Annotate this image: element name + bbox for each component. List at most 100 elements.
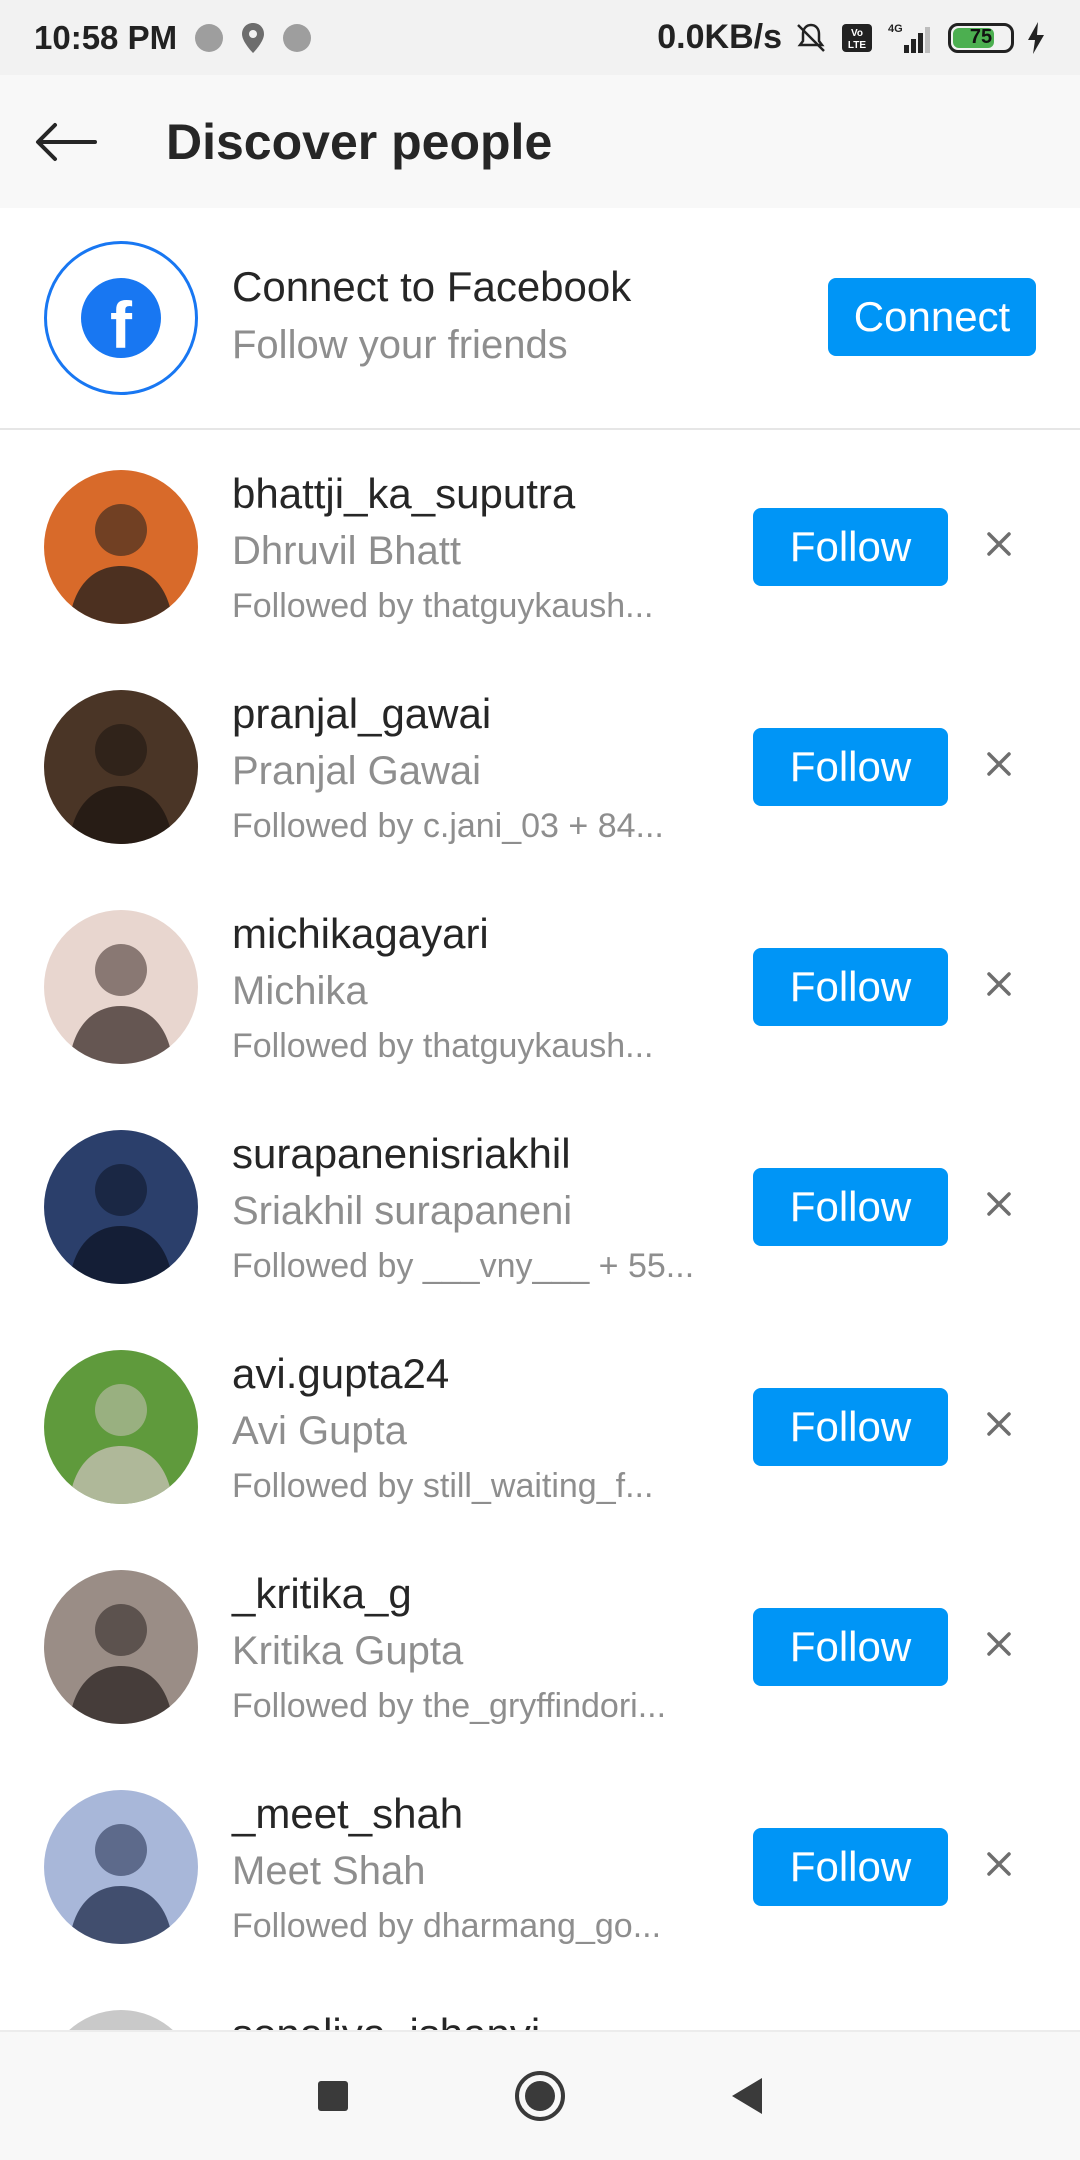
bell-muted-icon: [797, 23, 825, 52]
suggestion-row[interactable]: _kritika_g Kritika Gupta Followed by the_g…: [0, 1530, 1080, 1750]
suggestion-row[interactable]: sonaliya_ishanvi: [0, 1970, 1080, 2030]
username[interactable]: sonaliya_ishanvi: [232, 2010, 540, 2030]
back-button[interactable]: [0, 75, 130, 208]
avatar-image: [44, 1130, 198, 1284]
facebook-logo-glyph: f: [110, 288, 132, 358]
svg-text:Vo: Vo: [851, 28, 863, 39]
dismiss-button[interactable]: [975, 1840, 1023, 1888]
avatar[interactable]: [44, 1350, 198, 1504]
facebook-connect-title: Connect to Facebook: [232, 263, 632, 310]
avatar-image: [44, 1570, 198, 1724]
location-pin-icon: [242, 22, 265, 53]
full-name: Avi Gupta: [232, 1409, 407, 1453]
status-bar: 10:58 PM 0.0KB/s Vo LTE 4G 75: [0, 0, 1080, 75]
avatar[interactable]: [44, 1570, 198, 1724]
full-name: Dhruvil Bhatt: [232, 529, 461, 573]
close-icon: [987, 752, 1011, 776]
username[interactable]: michikagayari: [232, 910, 489, 958]
suggestion-row[interactable]: _meet_shah Meet Shah Followed by dharmang_…: [0, 1750, 1080, 1970]
dismiss-button[interactable]: [975, 960, 1023, 1008]
follow-button[interactable]: Follow: [753, 1168, 948, 1246]
charging-bolt-icon: [1028, 21, 1044, 54]
app-header: Discover people: [0, 75, 1080, 208]
close-icon: [987, 1412, 1011, 1436]
close-icon: [987, 972, 1011, 996]
arrow-left-icon: [36, 122, 97, 161]
back-nav-button[interactable]: [712, 2061, 782, 2131]
avatar-image: [44, 470, 198, 624]
follow-button[interactable]: Follow: [753, 508, 948, 586]
avatar-image: [44, 2010, 198, 2030]
avatar[interactable]: [44, 690, 198, 844]
username[interactable]: bhattji_ka_suputra: [232, 470, 575, 518]
followed-by-text: Followed by thatguykaush...: [232, 1027, 654, 1065]
battery-percent: 75: [969, 26, 993, 48]
close-icon: [987, 1192, 1011, 1216]
follow-button[interactable]: Follow: [753, 728, 948, 806]
volte-icon: Vo LTE: [842, 23, 872, 52]
suggestion-row[interactable]: avi.gupta24 Avi Gupta Followed by still_wa…: [0, 1310, 1080, 1530]
username[interactable]: avi.gupta24: [232, 1350, 449, 1398]
followed-by-text: Followed by thatguykaush...: [232, 587, 654, 625]
follow-button[interactable]: Follow: [753, 1388, 948, 1466]
avatar[interactable]: [44, 910, 198, 1064]
net-speed: 0.0KB/s: [657, 18, 782, 56]
status-time: 10:58 PM: [34, 18, 178, 56]
full-name: Pranjal Gawai: [232, 749, 482, 793]
facebook-connect-subtitle: Follow your friends: [232, 323, 568, 367]
dismiss-button[interactable]: [975, 1620, 1023, 1668]
follow-button[interactable]: Follow: [753, 1608, 948, 1686]
followed-by-text: Followed by the_gryffindori...: [232, 1687, 667, 1725]
page-title: Discover people: [166, 113, 553, 170]
close-icon: [987, 1852, 1011, 1876]
suggestion-row[interactable]: michikagayari Michika Followed by thatguyk…: [0, 870, 1080, 1090]
recents-button[interactable]: [298, 2061, 368, 2131]
dismiss-button[interactable]: [975, 1400, 1023, 1448]
followed-by-text: Followed by still_waiting_f...: [232, 1467, 654, 1505]
full-name: Michika: [232, 969, 368, 1013]
signal-icon: 4G: [888, 23, 930, 53]
close-icon: [987, 1632, 1011, 1656]
avatar-image: [44, 690, 198, 844]
avatar-image: [44, 1350, 198, 1504]
dismiss-button[interactable]: [975, 740, 1023, 788]
suggestion-row[interactable]: surapanenisriakhil Sriakhil surapaneni Fol…: [0, 1090, 1080, 1310]
facebook-connect-row: f Connect to Facebook Follow your friend…: [0, 208, 1080, 430]
follow-button[interactable]: Follow: [753, 948, 948, 1026]
facebook-icon: f: [81, 278, 161, 358]
svg-text:LTE: LTE: [848, 40, 866, 51]
follow-button[interactable]: Follow: [753, 1828, 948, 1906]
followed-by-text: Followed by ___vny___ + 55...: [232, 1247, 695, 1285]
suggestions-list: bhattji_ka_suputra Dhruvil Bhatt Followed …: [0, 430, 1080, 2030]
full-name: Kritika Gupta: [232, 1629, 464, 1673]
connect-button[interactable]: Connect: [828, 278, 1036, 356]
followed-by-text: Followed by c.jani_03 + 84...: [232, 807, 664, 845]
dismiss-button[interactable]: [975, 520, 1023, 568]
full-name: Meet Shah: [232, 1849, 426, 1893]
username[interactable]: _kritika_g: [232, 1570, 412, 1618]
dismiss-button[interactable]: [975, 1180, 1023, 1228]
square-icon: [318, 2081, 349, 2111]
facebook-icon-ring: f: [44, 241, 198, 395]
notification-dot-icon: [195, 23, 224, 52]
home-button[interactable]: [505, 2061, 575, 2131]
full-name: Sriakhil surapaneni: [232, 1189, 573, 1233]
username[interactable]: surapanenisriakhil: [232, 1130, 571, 1178]
avatar[interactable]: [44, 470, 198, 624]
notification-dot-icon-2: [283, 23, 312, 52]
username[interactable]: pranjal_gawai: [232, 690, 491, 738]
suggestion-row[interactable]: bhattji_ka_suputra Dhruvil Bhatt Followed …: [0, 430, 1080, 650]
avatar[interactable]: [44, 1130, 198, 1284]
avatar[interactable]: [44, 1790, 198, 1944]
battery-icon: 75: [948, 22, 1014, 53]
close-icon: [987, 532, 1011, 556]
followed-by-text: Followed by dharmang_go...: [232, 1907, 662, 1945]
system-nav-bar: [0, 2030, 1080, 2160]
suggestion-row[interactable]: pranjal_gawai Pranjal Gawai Followed by c.…: [0, 650, 1080, 870]
circle-home-icon: [514, 2071, 565, 2121]
avatar-image: [44, 910, 198, 1064]
avatar-image: [44, 1790, 198, 1944]
avatar[interactable]: [44, 2010, 198, 2030]
username[interactable]: _meet_shah: [232, 1790, 463, 1838]
triangle-back-icon: [731, 2078, 762, 2114]
